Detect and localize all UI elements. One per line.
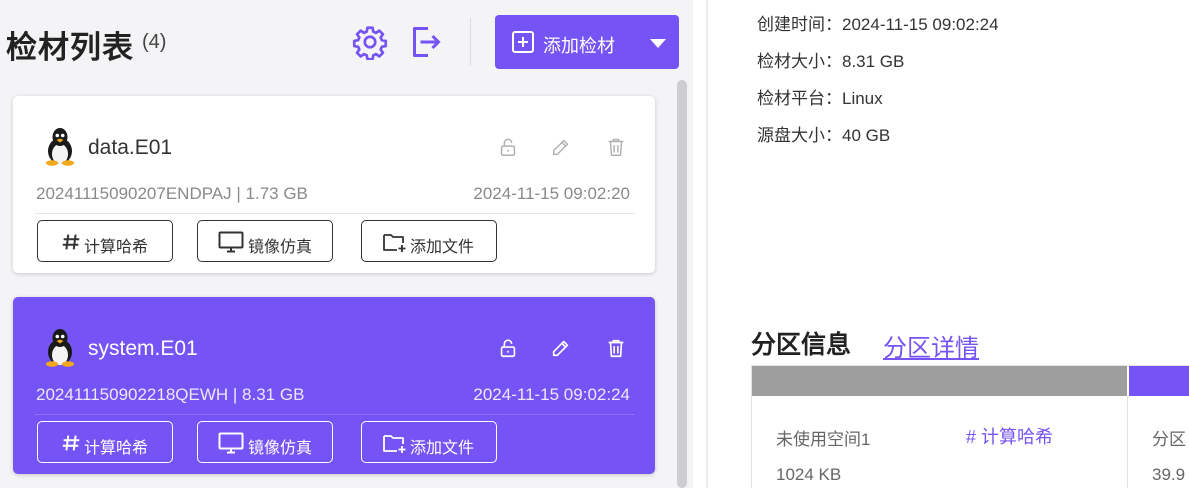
partition-usage: 39.9	[1152, 465, 1186, 484]
partition-bar-used[interactable]	[1129, 366, 1189, 396]
add-evidence-button[interactable]: 添加检材	[495, 15, 679, 69]
partition-details-link[interactable]: 分区详情	[883, 328, 979, 363]
evidence-size-value: 8.31 GB	[842, 52, 905, 71]
disk-size-value: 40 GB	[842, 126, 891, 145]
evidence-time: 2024-11-15 09:02:24	[473, 385, 630, 404]
hash-icon: #	[966, 427, 977, 447]
evidence-card-data[interactable]: data.E01 20241115090207ENDPAJ | 1.73 GB …	[13, 96, 655, 273]
gear-icon[interactable]	[352, 24, 388, 60]
lock-icon[interactable]	[497, 337, 519, 359]
mirror-sim-label: 镜像仿真	[248, 440, 313, 457]
platform-row: 检材平台：Linux	[757, 84, 883, 109]
partition-name: 未使用空间1	[776, 430, 871, 449]
evidence-name: data.E01	[88, 136, 173, 159]
evidence-size-row: 检材大小：8.31 GB	[757, 47, 904, 72]
list-scrollbar[interactable]	[677, 80, 687, 488]
hash-icon	[62, 234, 80, 250]
evidence-list-panel: 检材列表 (4) 添加检材 data.E01 20241115090207END…	[0, 0, 693, 488]
add-evidence-label: 添加检材	[543, 36, 615, 56]
compute-hash-button[interactable]: 计算哈希	[37, 421, 173, 463]
created-time-value: 2024-11-15 09:02:24	[842, 15, 999, 34]
list-header: 检材列表 (4) 添加检材	[0, 0, 693, 80]
evidence-meta: 20241115090207ENDPAJ | 1.73 GB	[36, 184, 308, 203]
add-file-label: 添加文件	[410, 239, 475, 256]
monitor-icon	[218, 432, 244, 454]
caret-down-icon[interactable]	[650, 39, 666, 48]
folder-plus-icon	[383, 435, 406, 453]
mirror-sim-button[interactable]: 镜像仿真	[197, 220, 333, 262]
folder-plus-icon	[383, 234, 406, 252]
header-divider	[470, 18, 471, 66]
evidence-size-label: 检材大小：	[757, 52, 842, 71]
scrollbar-thumb[interactable]	[677, 80, 687, 488]
partition-column-divider	[1127, 396, 1128, 488]
partition-bar-unused[interactable]	[752, 366, 1127, 396]
platform-label: 检材平台：	[757, 89, 842, 108]
partition-size: 1024 KB	[776, 465, 842, 484]
partition-hash-label: 计算哈希	[981, 427, 1054, 447]
compute-hash-label: 计算哈希	[84, 239, 149, 256]
disk-size-label: 源盘大小：	[757, 126, 842, 145]
evidence-name: system.E01	[88, 337, 198, 360]
trash-icon[interactable]	[605, 337, 627, 359]
evidence-meta: 202411150902218QEWH | 8.31 GB	[36, 385, 305, 404]
monitor-icon	[218, 231, 244, 253]
evidence-count: (4)	[142, 31, 167, 53]
platform-value: Linux	[842, 89, 883, 108]
plus-box-icon	[512, 31, 534, 53]
edit-icon[interactable]	[550, 337, 572, 359]
add-file-button[interactable]: 添加文件	[361, 421, 497, 463]
trash-icon[interactable]	[605, 136, 627, 158]
partition-hash-link[interactable]: # 计算哈希	[966, 423, 1053, 449]
panel-divider	[706, 0, 708, 488]
compute-hash-label: 计算哈希	[84, 440, 149, 457]
created-time-row: 创建时间：2024-11-15 09:02:24	[757, 10, 999, 35]
partition-info-title: 分区信息	[751, 330, 852, 359]
card-divider	[35, 414, 635, 415]
export-icon[interactable]	[407, 24, 443, 60]
mirror-sim-label: 镜像仿真	[248, 239, 313, 256]
lock-icon[interactable]	[497, 136, 519, 158]
linux-icon	[46, 128, 74, 166]
mirror-sim-button[interactable]: 镜像仿真	[197, 421, 333, 463]
edit-icon[interactable]	[550, 136, 572, 158]
partition-table: 未使用空间1 # 计算哈希 1024 KB 分区 39.9	[751, 365, 1189, 488]
compute-hash-button[interactable]: 计算哈希	[37, 220, 173, 262]
evidence-time: 2024-11-15 09:02:20	[473, 184, 630, 203]
page-title: 检材列表	[6, 30, 134, 66]
linux-icon	[46, 329, 74, 367]
disk-size-row: 源盘大小：40 GB	[757, 121, 890, 146]
add-file-button[interactable]: 添加文件	[361, 220, 497, 262]
card-divider	[35, 213, 635, 214]
add-file-label: 添加文件	[410, 440, 475, 457]
created-time-label: 创建时间：	[757, 15, 842, 34]
hash-icon	[62, 435, 80, 451]
evidence-detail-panel: 创建时间：2024-11-15 09:02:24 检材大小：8.31 GB 检材…	[709, 0, 1189, 488]
partition-name: 分区	[1152, 430, 1186, 449]
evidence-card-system[interactable]: system.E01 202411150902218QEWH | 8.31 GB…	[13, 297, 655, 474]
